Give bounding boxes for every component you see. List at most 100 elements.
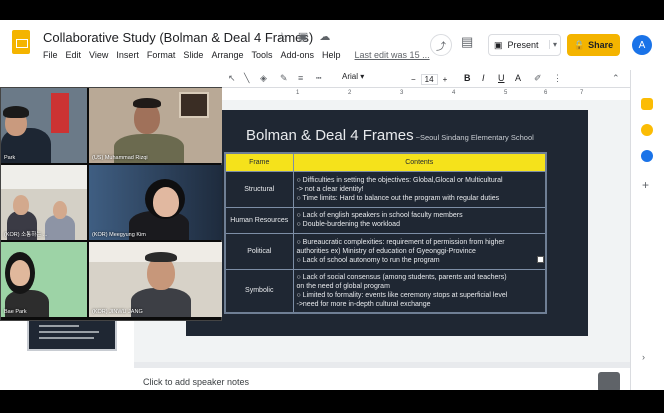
content-line: ○ Difficulties in setting the objectives… [296, 176, 503, 184]
menu-format[interactable]: Format [147, 50, 176, 60]
video-tile[interactable]: Bae Park [1, 242, 87, 317]
lock-icon: 🔒 [573, 39, 586, 50]
document-title[interactable]: Collaborative Study (Bolman & Deal 4 Fra… [43, 30, 313, 45]
tasks-icon[interactable] [641, 150, 653, 162]
expand-panel-icon[interactable]: › [642, 352, 645, 362]
highlight-icon[interactable]: ✐ [534, 73, 542, 84]
table-row: Political ○ Bureaucratic complexities: r… [224, 232, 547, 270]
decrease-size-icon[interactable]: − [411, 75, 416, 84]
font-name: Arial [342, 72, 359, 81]
ruler-mark: 3 [400, 90, 404, 96]
table-row: Symbolic ○ Lack of social consensus (amo… [224, 268, 547, 314]
border-dash-icon[interactable]: ┅ [316, 73, 321, 84]
notes-divider[interactable] [134, 362, 630, 368]
ruler-mark: 2 [348, 90, 352, 96]
participant-name: (KOR) 소통하는 ... [4, 232, 48, 238]
contents-cell: ○ Lack of english speakers in school fac… [292, 206, 547, 234]
slide-title[interactable]: Bolman & Deal 4 Frames ~Seoul Sindang Ele… [246, 127, 534, 144]
chevron-down-icon[interactable]: ▾ [548, 40, 557, 49]
ruler-mark: 7 [580, 90, 584, 96]
video-tile[interactable]: (KOR) Meegyung Kim [89, 165, 222, 240]
content-line: on the need of global program [296, 282, 390, 290]
menu-insert[interactable]: Insert [116, 50, 139, 60]
side-panel: + › [630, 70, 664, 390]
slide-subtitle: ~Seoul Sindang Elementary School [415, 133, 534, 142]
video-tile[interactable]: Park [1, 88, 87, 163]
participant-name: Park [4, 155, 16, 161]
content-line: ○ Bureaucratic complexities: requirement… [296, 238, 505, 246]
bold-icon[interactable]: B [464, 73, 471, 83]
select-cursor-icon[interactable]: ↖ [228, 73, 236, 84]
explore-button[interactable] [598, 372, 620, 390]
calendar-icon[interactable] [641, 98, 653, 110]
menu-slide[interactable]: Slide [183, 50, 203, 60]
menu-addons[interactable]: Add-ons [280, 50, 314, 60]
menu-edit[interactable]: Edit [66, 50, 82, 60]
star-move-cloud-icons[interactable]: ☆ ▣ ☁ [277, 30, 334, 43]
content-line: ->need for more in-depth cultural exchan… [296, 300, 431, 308]
content-line: ○ Lack of english speakers in school fac… [296, 212, 463, 219]
participant-name: (KOR) Meegyung Kim [92, 232, 146, 238]
keep-icon[interactable] [641, 124, 653, 136]
increase-size-icon[interactable]: + [443, 75, 448, 84]
table-row: Structural ○ Difficulties in setting the… [224, 170, 547, 208]
present-icon: ▣ [494, 39, 503, 50]
slide[interactable]: Bolman & Deal 4 Frames ~Seoul Sindang Ele… [186, 110, 588, 336]
screen: Collaborative Study (Bolman & Deal 4 Fra… [0, 20, 664, 390]
toolbar: ↖ ╲ ◈ ✎ ≡ ┅ Arial ▾ − 14 + B I U A ✐ ⋮ ⌃ [0, 70, 630, 88]
menu-view[interactable]: View [89, 50, 108, 60]
bottom-bar [0, 390, 664, 413]
menu-bar: File Edit View Insert Format Slide Arran… [43, 50, 430, 60]
ruler-mark: 1 [296, 90, 300, 96]
more-icon[interactable]: ⋮ [553, 73, 562, 84]
app-header: Collaborative Study (Bolman & Deal 4 Fra… [0, 20, 664, 70]
comments-icon[interactable]: ▤ [461, 34, 473, 50]
menu-arrange[interactable]: Arrange [211, 50, 243, 60]
content-line: ○ Lack of social consensus (among studen… [296, 273, 507, 281]
video-tile[interactable]: (KOR) JINWU JANG [89, 242, 222, 317]
font-size-control[interactable]: − 14 + [411, 72, 453, 86]
last-edit-link[interactable]: Last edit was 15 ... [355, 50, 430, 60]
border-weight-icon[interactable]: ≡ [298, 73, 303, 83]
avatar[interactable]: A [632, 35, 652, 55]
collapse-icon[interactable]: ⌃ [612, 73, 620, 84]
border-color-icon[interactable]: ✎ [280, 73, 288, 84]
content-line: ○ Lack of school autonomy to run the pro… [296, 256, 440, 264]
activity-icon[interactable]: ⤴ [430, 34, 452, 56]
font-select[interactable]: Arial ▾ [339, 72, 409, 86]
frame-cell: Symbolic [224, 268, 294, 314]
present-label: Present [507, 40, 539, 50]
resize-handle[interactable] [537, 256, 544, 263]
present-button[interactable]: ▣ Present ▾ [488, 34, 561, 56]
video-tile[interactable]: (US) Muhammad Rizqi [89, 88, 222, 163]
font-size-value[interactable]: 14 [420, 73, 438, 85]
contents-cell: ○ Difficulties in setting the objectives… [292, 170, 547, 208]
italic-icon[interactable]: I [482, 73, 485, 83]
slide-title-text: Bolman & Deal 4 Frames [246, 127, 414, 144]
content-line: ○ Limited to formality: events like cere… [296, 291, 508, 299]
text-color-icon[interactable]: A [515, 73, 521, 83]
video-tile[interactable]: (KOR) 소통하는 ... [1, 165, 87, 240]
line-icon[interactable]: ╲ [244, 73, 249, 84]
frame-cell: Political [224, 232, 294, 270]
content-line: ○ Double-burdening the workload [296, 221, 400, 228]
ruler-mark: 6 [544, 90, 548, 96]
menu-help[interactable]: Help [322, 50, 341, 60]
fill-icon[interactable]: ◈ [260, 73, 267, 84]
speaker-notes[interactable]: Click to add speaker notes [143, 377, 249, 387]
ruler: 1 2 3 4 5 6 7 [224, 89, 630, 98]
content-line: ○ Time limits: Hard to balance out the p… [296, 194, 500, 202]
menu-file[interactable]: File [43, 50, 58, 60]
frames-table[interactable]: Frame Contents Structural ○ Difficulties… [224, 152, 547, 314]
underline-icon[interactable]: U [498, 73, 505, 83]
share-button[interactable]: 🔒 Share [567, 34, 620, 56]
video-call-panel: Park (US) Muhammad Rizqi (KOR) 소통하는 ... … [0, 87, 222, 321]
menu-tools[interactable]: Tools [251, 50, 272, 60]
share-label: Share [588, 40, 614, 50]
add-addon-icon[interactable]: + [642, 178, 649, 192]
contents-cell: ○ Lack of social consensus (among studen… [292, 268, 547, 314]
ruler-mark: 4 [452, 90, 456, 96]
table-header-frame: Frame [224, 152, 294, 172]
slides-logo-icon[interactable] [12, 30, 30, 54]
participant-name: (US) Muhammad Rizqi [92, 155, 148, 161]
